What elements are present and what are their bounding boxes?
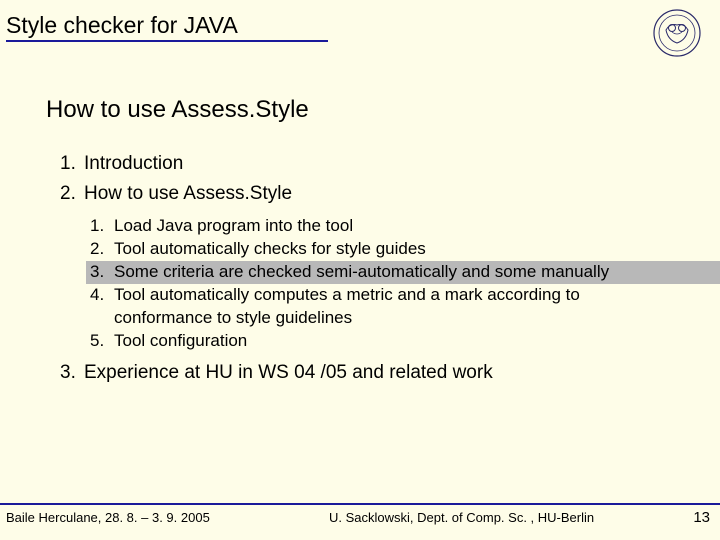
- item-number: 4.: [90, 284, 114, 330]
- list-item: 3. Experience at HU in WS 04 /05 and rel…: [60, 359, 674, 387]
- slide-content: How to use Assess.Style 1. Introduction …: [0, 96, 720, 386]
- list-item: 5. Tool configuration: [90, 330, 674, 353]
- item-text: Some criteria are checked semi-automatic…: [114, 261, 674, 284]
- footer-date: Baile Herculane, 28. 8. – 3. 9. 2005: [6, 510, 210, 525]
- item-text: Introduction: [84, 150, 183, 178]
- section-title: How to use Assess.Style: [46, 96, 674, 124]
- item-number: 5.: [90, 330, 114, 353]
- item-number: 3.: [60, 359, 84, 387]
- item-number: 3.: [90, 261, 114, 284]
- item-number: 1.: [90, 215, 114, 238]
- slide-header: Style checker for JAVA: [0, 0, 720, 42]
- item-number: 2.: [90, 238, 114, 261]
- list-item: 2. How to use Assess.Style: [60, 180, 674, 208]
- item-number: 1.: [60, 150, 84, 178]
- outline-level2: 1. Load Java program into the tool 2. To…: [90, 215, 674, 353]
- item-text: Tool configuration: [114, 330, 674, 353]
- page-number: 13: [693, 509, 710, 526]
- item-text: Load Java program into the tool: [114, 215, 674, 238]
- list-item-highlighted: 3. Some criteria are checked semi-automa…: [86, 261, 720, 284]
- outline-level1-top: 1. Introduction 2. How to use Assess.Sty…: [60, 150, 674, 207]
- item-text: Experience at HU in WS 04 /05 and relate…: [84, 359, 493, 387]
- list-item: 4. Tool automatically computes a metric …: [90, 284, 674, 330]
- header-title: Style checker for JAVA: [6, 12, 328, 42]
- outline-level1-bottom: 3. Experience at HU in WS 04 /05 and rel…: [60, 359, 674, 387]
- list-item: 1. Introduction: [60, 150, 674, 178]
- list-item: 2. Tool automatically checks for style g…: [90, 238, 674, 261]
- university-seal-icon: [652, 8, 702, 58]
- item-text: Tool automatically computes a metric and…: [114, 284, 674, 330]
- footer-author: U. Sacklowski, Dept. of Comp. Sc. , HU-B…: [210, 510, 694, 525]
- item-text: Tool automatically checks for style guid…: [114, 238, 674, 261]
- list-item: 1. Load Java program into the tool: [90, 215, 674, 238]
- item-number: 2.: [60, 180, 84, 208]
- slide-footer: Baile Herculane, 28. 8. – 3. 9. 2005 U. …: [0, 503, 720, 526]
- item-text: How to use Assess.Style: [84, 180, 292, 208]
